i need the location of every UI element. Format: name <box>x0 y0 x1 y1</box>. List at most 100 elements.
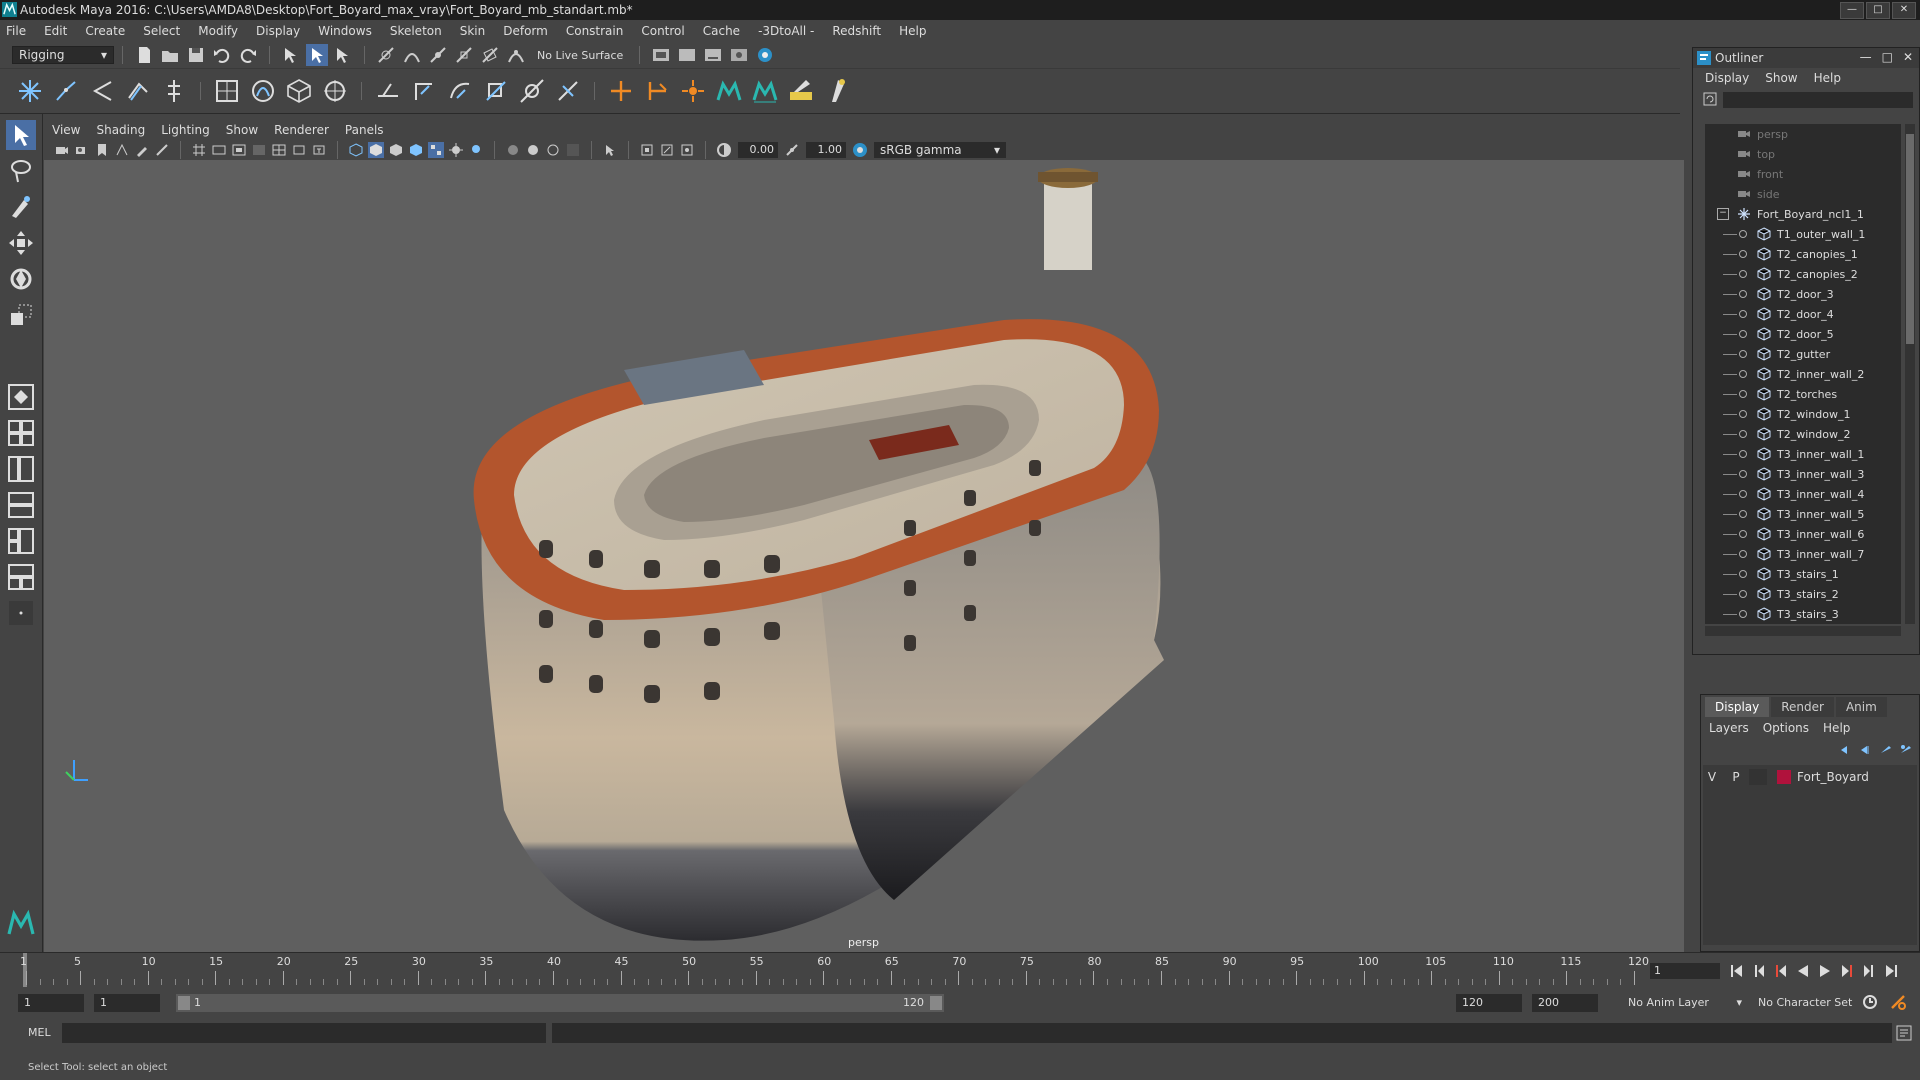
menu-redshift[interactable]: Redshift <box>832 24 881 38</box>
menu-create[interactable]: Create <box>85 24 125 38</box>
outliner-horizontal-scrollbar[interactable] <box>1705 626 1901 636</box>
scale-tool-icon[interactable] <box>6 300 36 330</box>
grease-pencil-icon[interactable] <box>134 142 150 158</box>
playback-end-field[interactable]: 120 <box>1456 994 1522 1012</box>
outliner-menu-help[interactable]: Help <box>1814 71 1841 85</box>
depth-of-field-icon[interactable] <box>565 142 581 158</box>
outliner-item[interactable]: T3_inner_wall_1 <box>1705 444 1901 464</box>
ik-handle-icon[interactable] <box>51 76 81 106</box>
hypershade-icon[interactable] <box>754 44 776 66</box>
exposure-field[interactable]: 0.00 <box>738 142 778 158</box>
outliner-camera-front[interactable]: front <box>1705 164 1901 184</box>
character-set-dropdown[interactable]: No Character Set <box>1752 994 1868 1012</box>
bind-skin-icon[interactable] <box>212 76 242 106</box>
command-input[interactable] <box>62 1023 546 1043</box>
menu-deform[interactable]: Deform <box>503 24 548 38</box>
outliner-item[interactable]: T3_inner_wall_5 <box>1705 504 1901 524</box>
move-tool-icon[interactable] <box>6 228 36 258</box>
paint-select-icon[interactable] <box>6 192 36 222</box>
layer-menu-layers[interactable]: Layers <box>1709 721 1749 735</box>
gamma-icon[interactable] <box>784 142 800 158</box>
constraint-scale-icon[interactable] <box>481 76 511 106</box>
menu-cache[interactable]: Cache <box>703 24 740 38</box>
joint-tool-icon[interactable] <box>15 76 45 106</box>
animation-end-field[interactable]: 200 <box>1532 994 1598 1012</box>
menu-constrain[interactable]: Constrain <box>566 24 624 38</box>
color-management-icon[interactable] <box>852 142 868 158</box>
default-lighting-icon[interactable] <box>388 142 404 158</box>
isolate-select-icon[interactable] <box>602 142 618 158</box>
gate-mask-icon[interactable] <box>251 142 267 158</box>
wireframe-on-shaded-icon[interactable] <box>408 142 424 158</box>
render-view-icon[interactable] <box>728 44 750 66</box>
snap-surface-icon[interactable] <box>479 44 501 66</box>
select-tool-icon[interactable] <box>6 120 36 150</box>
expand-dot-icon[interactable] <box>1739 490 1747 498</box>
lattice-icon[interactable] <box>284 76 314 106</box>
layer-menu-options[interactable]: Options <box>1763 721 1809 735</box>
maya-home-icon[interactable] <box>6 908 36 938</box>
outliner-item[interactable]: T3_inner_wall_4 <box>1705 484 1901 504</box>
snap-view-icon[interactable] <box>453 44 475 66</box>
outliner-filter-input[interactable] <box>1723 92 1913 108</box>
close-button[interactable]: ✕ <box>1892 2 1916 19</box>
motion-blur-icon[interactable] <box>525 142 541 158</box>
film-gate-icon[interactable] <box>211 142 227 158</box>
animation-preferences-icon[interactable] <box>1888 992 1908 1012</box>
four-view-layout-icon[interactable] <box>6 418 36 448</box>
outliner-maximize-button[interactable]: □ <box>1882 50 1893 64</box>
go-to-end-icon[interactable] <box>1881 961 1901 981</box>
locator-icon[interactable] <box>606 76 636 106</box>
resolution-gate-icon[interactable] <box>231 142 247 158</box>
field-chart-icon[interactable] <box>271 142 287 158</box>
outliner-item[interactable]: T2_door_3 <box>1705 284 1901 304</box>
wireframe-icon[interactable] <box>348 142 364 158</box>
persp-graph-layout-icon[interactable] <box>6 490 36 520</box>
grid-toggle-icon[interactable] <box>191 142 207 158</box>
playback-start-field[interactable]: 1 <box>94 994 160 1012</box>
expand-dot-icon[interactable] <box>1739 510 1747 518</box>
layer-row[interactable]: V P Fort_Boyard <box>1703 767 1917 787</box>
view-transform-dropdown[interactable]: sRGB gamma ▾ <box>874 142 1006 158</box>
menu-3dtoall[interactable]: -3DtoAll - <box>758 24 814 38</box>
select-camera-icon[interactable] <box>54 142 70 158</box>
expand-dot-icon[interactable] <box>1739 470 1747 478</box>
outliner-item[interactable]: T2_door_4 <box>1705 304 1901 324</box>
panel-menu-renderer[interactable]: Renderer <box>274 123 329 137</box>
outliner-menu-display[interactable]: Display <box>1705 71 1749 85</box>
xray-joints-icon[interactable] <box>659 142 675 158</box>
textured-icon[interactable] <box>428 142 444 158</box>
menu-control[interactable]: Control <box>641 24 684 38</box>
select-hierarchy-icon[interactable] <box>280 44 302 66</box>
anim-layer-dropdown[interactable]: No Anim Layer ▾ <box>1622 994 1748 1012</box>
play-backwards-icon[interactable] <box>1793 961 1813 981</box>
expand-dot-icon[interactable] <box>1739 530 1747 538</box>
cluster-icon[interactable] <box>320 76 350 106</box>
outliner-item[interactable]: T3_stairs_3 <box>1705 604 1901 624</box>
expand-dot-icon[interactable] <box>1739 550 1747 558</box>
current-frame-field[interactable]: 1 <box>1650 963 1720 979</box>
layer-menu-help[interactable]: Help <box>1823 721 1850 735</box>
outliner-vertical-scrollbar[interactable] <box>1905 124 1915 624</box>
panel-menu-shading[interactable]: Shading <box>96 123 145 137</box>
menu-help[interactable]: Help <box>899 24 926 38</box>
smooth-shade-icon[interactable] <box>368 142 384 158</box>
outliner-group-row[interactable]: − Fort_Boyard_ncl1_1 <box>1705 204 1901 224</box>
panel-menu-show[interactable]: Show <box>226 123 258 137</box>
safe-action-icon[interactable] <box>291 142 307 158</box>
camera-attributes-icon[interactable] <box>74 142 90 158</box>
expand-dot-icon[interactable] <box>1739 610 1747 618</box>
outliner-item[interactable]: T1_outer_wall_1 <box>1705 224 1901 244</box>
xray-icon[interactable] <box>639 142 655 158</box>
paint-weights-icon[interactable] <box>786 76 816 106</box>
snap-live-icon[interactable] <box>505 44 527 66</box>
hinge-icon[interactable] <box>642 76 672 106</box>
persp-hypershade-layout-icon[interactable] <box>6 526 36 556</box>
outliner-item[interactable]: T3_inner_wall_3 <box>1705 464 1901 484</box>
animation-start-field[interactable]: 1 <box>18 994 84 1012</box>
play-forwards-icon[interactable] <box>1815 961 1835 981</box>
expand-dot-icon[interactable] <box>1739 450 1747 458</box>
expand-dot-icon[interactable] <box>1739 310 1747 318</box>
outliner-refresh-icon[interactable] <box>1703 92 1717 106</box>
menu-windows[interactable]: Windows <box>318 24 372 38</box>
